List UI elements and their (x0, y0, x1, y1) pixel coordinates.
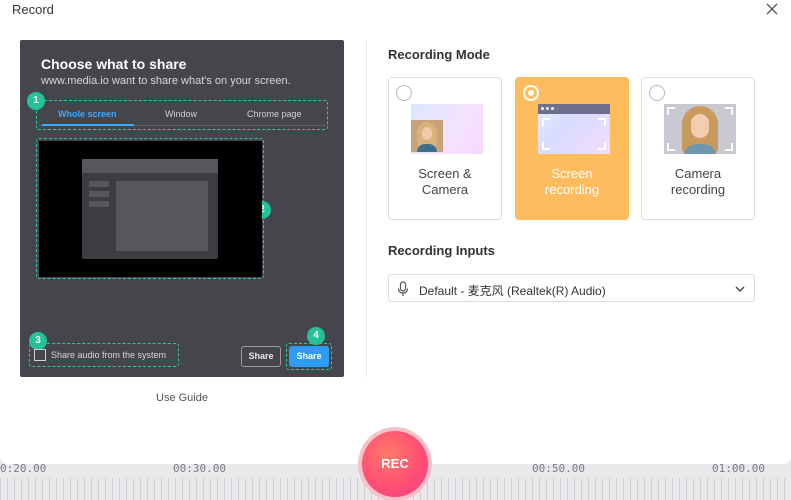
vertical-divider (366, 40, 367, 377)
mode-label-screen-recording: Screen recording (544, 166, 600, 197)
avatar-face (422, 127, 432, 140)
share-tabs: Whole screen Window Chrome page (36, 100, 328, 130)
capture-corner-icon (725, 107, 733, 115)
radio-screen-camera[interactable] (396, 85, 412, 101)
active-tab-indicator (42, 124, 134, 126)
close-icon[interactable] (765, 2, 779, 16)
avatar-face (691, 114, 709, 138)
share-secondary-button[interactable]: Share (241, 346, 281, 367)
preview-window-bar (82, 159, 218, 173)
mode-label-screen-camera: Screen & Camera (418, 166, 472, 197)
mode-card-screen-camera[interactable]: Screen & Camera (388, 77, 502, 220)
thumb-window-dot (541, 107, 544, 110)
step-badge-4: 4 (307, 327, 325, 345)
dialog-title: Record (12, 2, 54, 17)
capture-corner-icon (542, 118, 550, 126)
avatar-shirt (417, 144, 437, 152)
preview-window-graphic (82, 159, 218, 259)
share-subtitle: www.media.io want to share what's on you… (41, 75, 291, 87)
avatar-shirt (684, 144, 716, 154)
share-preview-panel: Choose what to share www.media.io want t… (20, 40, 344, 377)
preview-side-item (89, 201, 109, 207)
audio-input-select[interactable]: Default - 麦克风 (Realtek(R) Audio) (388, 274, 755, 302)
preview-window-content (116, 181, 208, 251)
chevron-down-icon (735, 286, 745, 292)
capture-corner-icon (598, 142, 606, 150)
tab-window[interactable]: Window (165, 109, 197, 119)
radio-camera-recording[interactable] (649, 85, 665, 101)
preview-side-item (89, 191, 109, 197)
step-badge-3: 3 (29, 332, 47, 350)
use-guide-link[interactable]: Use Guide (156, 392, 208, 404)
rec-button[interactable]: REC (362, 431, 428, 497)
recording-mode-title: Recording Mode (388, 47, 490, 62)
record-dialog: Record Choose what to share www.media.io… (0, 0, 791, 464)
screen-recording-thumbnail (538, 104, 610, 154)
tab-chrome-page[interactable]: Chrome page (247, 109, 302, 119)
capture-corner-icon (667, 107, 675, 115)
share-heading: Choose what to share (41, 56, 187, 72)
thumb-window-dot (551, 107, 554, 110)
share-audio-label: Share audio from the system (51, 350, 167, 360)
tab-whole-screen[interactable]: Whole screen (58, 109, 117, 119)
mode-card-screen-recording[interactable]: Screen recording (515, 77, 629, 220)
screen-preview-thumbnail[interactable] (39, 141, 262, 277)
radio-screen-recording[interactable] (523, 85, 539, 101)
avatar-thumbnail (411, 120, 443, 152)
capture-corner-icon (667, 143, 675, 151)
capture-corner-icon (542, 142, 550, 150)
camera-recording-thumbnail (664, 104, 736, 154)
share-primary-button[interactable]: Share (289, 346, 329, 367)
mode-label-camera-recording: Camera recording (670, 166, 726, 197)
microphone-icon (397, 281, 409, 296)
preview-side-item (89, 181, 109, 187)
share-audio-checkbox[interactable] (34, 349, 46, 361)
capture-corner-icon (725, 143, 733, 151)
recording-inputs-title: Recording Inputs (388, 243, 495, 258)
dialog-titlebar: Record (0, 0, 791, 20)
screen-camera-thumbnail (411, 104, 483, 154)
mode-card-camera-recording[interactable]: Camera recording (641, 77, 755, 220)
thumb-window-dot (546, 107, 549, 110)
audio-input-value: Default - 麦克风 (Realtek(R) Audio) (419, 284, 606, 298)
capture-corner-icon (598, 118, 606, 126)
